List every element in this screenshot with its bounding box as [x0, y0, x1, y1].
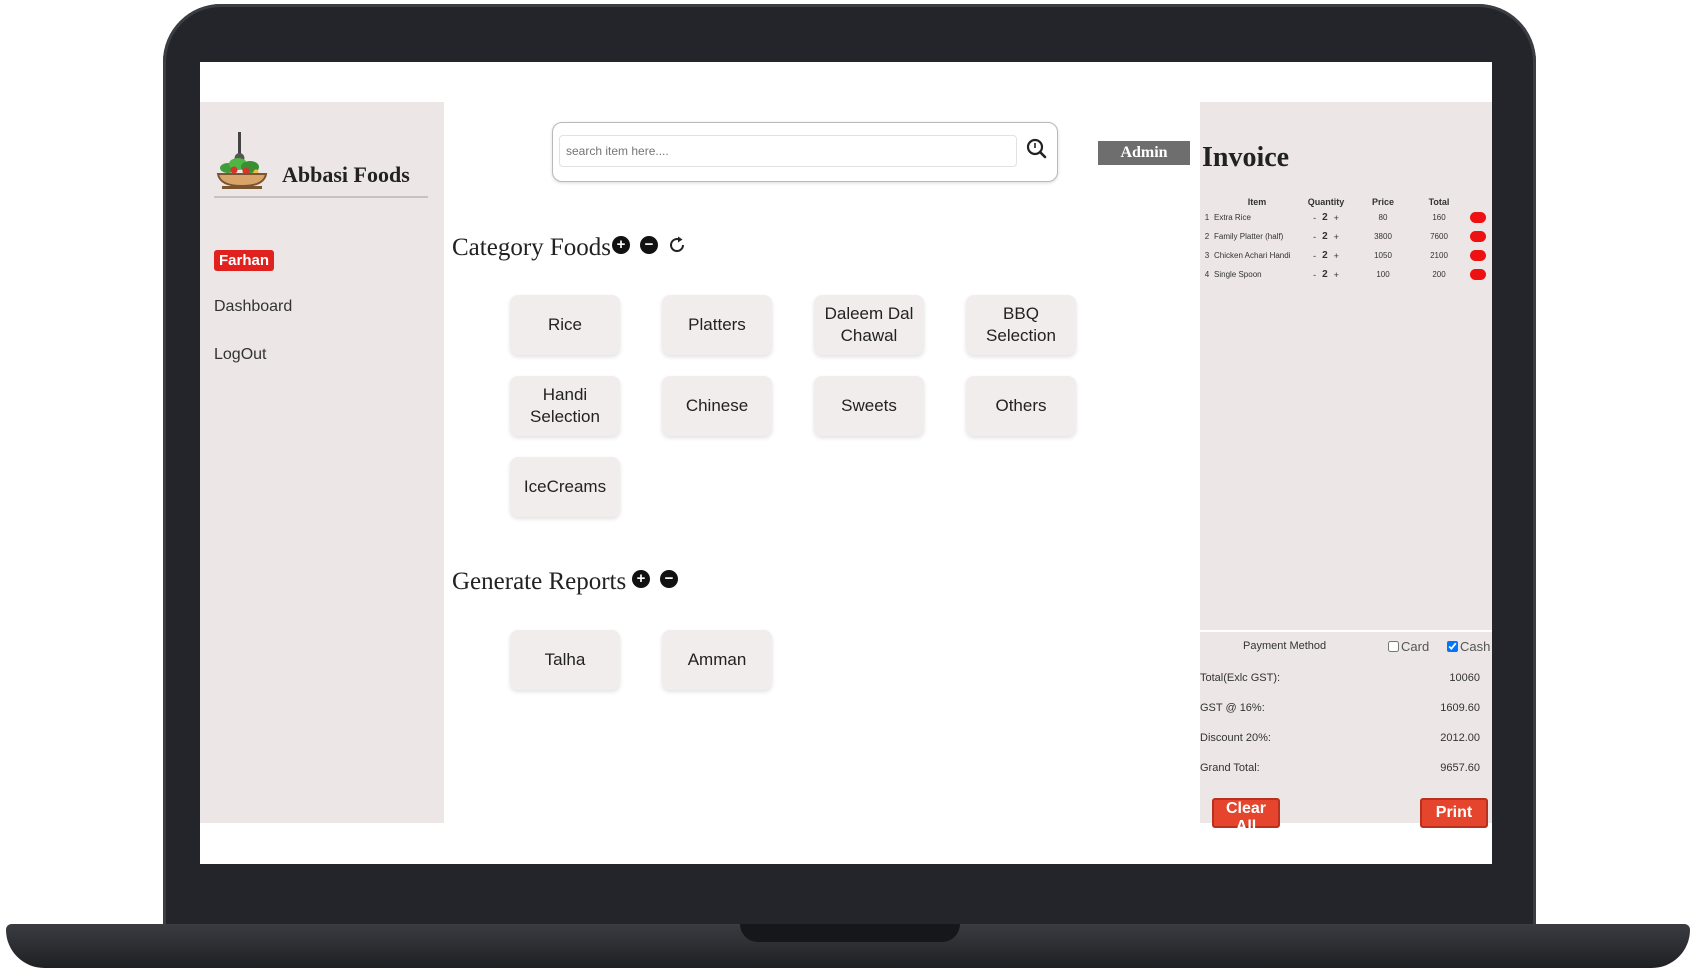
- add-category-icon[interactable]: +: [612, 236, 630, 254]
- nav-dashboard[interactable]: Dashboard: [214, 298, 292, 316]
- delete-item-button[interactable]: [1470, 212, 1486, 223]
- remove-category-icon[interactable]: −: [640, 236, 658, 254]
- row-qty: 2: [1322, 231, 1328, 242]
- category-foods-title: Category Foods: [452, 234, 612, 261]
- row-total: 200: [1432, 270, 1446, 279]
- payment-method-row: Payment Method Card Cash: [1200, 630, 1492, 662]
- discount-value: 2012.00: [1440, 732, 1480, 744]
- increase-qty-button[interactable]: +: [1334, 213, 1339, 223]
- row-price: 1050: [1374, 251, 1392, 260]
- brand: Abbasi Foods: [214, 130, 428, 198]
- invoice-row: 1 Extra Rice -2 + 80 160: [1200, 208, 1492, 227]
- row-qty: 2: [1322, 250, 1328, 261]
- generate-reports-title: Generate Reports: [452, 568, 627, 595]
- row-price: 3800: [1374, 232, 1392, 241]
- invoice-title: Invoice: [1202, 142, 1290, 173]
- delete-item-button[interactable]: [1470, 269, 1486, 280]
- header-quantity: Quantity: [1307, 197, 1345, 207]
- invoice-panel: Invoice Item Quantity Price Total 1 Extr…: [1200, 102, 1492, 835]
- row-item: Single Spoon: [1214, 270, 1262, 279]
- category-others[interactable]: Others: [966, 376, 1076, 436]
- decrease-qty-button[interactable]: -: [1313, 232, 1316, 242]
- app-screen: Abbasi Foods Farhan Dashboard LogOut Adm…: [200, 62, 1492, 864]
- row-item: Family Platter (half): [1214, 232, 1284, 241]
- row-number: 4: [1204, 270, 1210, 279]
- payment-method-label: Payment Method: [1243, 640, 1327, 652]
- row-qty: 2: [1322, 212, 1328, 223]
- report-talha[interactable]: Talha: [510, 630, 620, 690]
- header-total: Total: [1428, 197, 1450, 207]
- card-label: Card: [1401, 639, 1430, 654]
- invoice-row: 4 Single Spoon -2 + 100 200: [1200, 265, 1492, 284]
- category-sweets[interactable]: Sweets: [814, 376, 924, 436]
- row-total: 7600: [1430, 232, 1448, 241]
- invoice-row: 2 Family Platter (half) -2 + 3800 7600: [1200, 227, 1492, 246]
- category-platters[interactable]: Platters: [662, 295, 772, 355]
- laptop-notch: [740, 924, 960, 942]
- row-price: 80: [1378, 213, 1388, 222]
- category-bbq-selection[interactable]: BBQ Selection: [966, 295, 1076, 355]
- row-price: 100: [1376, 270, 1390, 279]
- clear-all-button[interactable]: Clear All: [1212, 798, 1280, 835]
- gst-value: 1609.60: [1440, 702, 1480, 714]
- gst-label: GST @ 16%:: [1200, 702, 1265, 714]
- payment-cash-option[interactable]: Cash: [1447, 639, 1490, 654]
- delete-item-button[interactable]: [1470, 231, 1486, 242]
- report-amman[interactable]: Amman: [662, 630, 772, 690]
- decrease-qty-button[interactable]: -: [1313, 213, 1316, 223]
- total-excl-gst-label: Total(Exlc GST):: [1200, 672, 1281, 684]
- cash-label: Cash: [1460, 639, 1491, 654]
- refresh-icon[interactable]: [667, 235, 687, 255]
- row-number: 3: [1204, 251, 1210, 260]
- admin-badge[interactable]: Admin: [1098, 141, 1190, 165]
- brand-name: Abbasi Foods: [282, 162, 410, 187]
- salad-bowl-icon: [216, 132, 268, 189]
- discount-label: Discount 20%:: [1200, 732, 1271, 744]
- print-button[interactable]: Print: [1420, 798, 1488, 828]
- invoice-row: 3 Chicken Achari Handi -2 + 1050 2100: [1200, 246, 1492, 265]
- increase-qty-button[interactable]: +: [1334, 270, 1339, 280]
- category-chinese[interactable]: Chinese: [662, 376, 772, 436]
- payment-card-option[interactable]: Card: [1388, 639, 1429, 654]
- search-icon[interactable]: [1025, 137, 1047, 159]
- decrease-qty-button[interactable]: -: [1313, 251, 1316, 261]
- search-input[interactable]: [559, 135, 1017, 167]
- row-total: 160: [1432, 213, 1446, 222]
- row-item: Extra Rice: [1214, 213, 1251, 222]
- increase-qty-button[interactable]: +: [1334, 251, 1339, 261]
- card-checkbox[interactable]: [1388, 641, 1399, 652]
- category-icecreams[interactable]: IceCreams: [510, 457, 620, 517]
- search-bar: [552, 122, 1058, 182]
- row-total: 2100: [1430, 251, 1448, 260]
- quantity-stepper: -2 +: [1313, 212, 1339, 223]
- decrease-qty-button[interactable]: -: [1313, 270, 1316, 280]
- row-number: 2: [1204, 232, 1210, 241]
- grand-total-value: 9657.60: [1440, 762, 1480, 774]
- row-item: Chicken Achari Handi: [1214, 251, 1291, 260]
- grand-total-label: Grand Total:: [1200, 762, 1260, 774]
- user-badge: Farhan: [214, 250, 275, 271]
- row-number: 1: [1204, 213, 1210, 222]
- header-price: Price: [1371, 197, 1395, 207]
- add-report-icon[interactable]: +: [632, 570, 650, 588]
- increase-qty-button[interactable]: +: [1334, 232, 1339, 242]
- quantity-stepper: -2 +: [1313, 250, 1339, 261]
- remove-report-icon[interactable]: −: [660, 570, 678, 588]
- header-item: Item: [1247, 197, 1267, 207]
- invoice-table-header: Item Quantity Price Total: [1200, 196, 1492, 208]
- category-daleem-dal-chawal[interactable]: Daleem Dal Chawal: [814, 295, 924, 355]
- quantity-stepper: -2 +: [1313, 231, 1339, 242]
- nav-logout[interactable]: LogOut: [214, 346, 266, 364]
- sidebar: Abbasi Foods Farhan Dashboard LogOut: [200, 102, 444, 823]
- category-rice[interactable]: Rice: [510, 295, 620, 355]
- total-excl-gst-value: 10060: [1449, 672, 1480, 684]
- cash-checkbox[interactable]: [1447, 641, 1458, 652]
- row-qty: 2: [1322, 269, 1328, 280]
- quantity-stepper: -2 +: [1313, 269, 1339, 280]
- category-handi-selection[interactable]: Handi Selection: [510, 376, 620, 436]
- delete-item-button[interactable]: [1470, 250, 1486, 261]
- invoice-table: Item Quantity Price Total 1 Extra Rice -…: [1200, 196, 1492, 284]
